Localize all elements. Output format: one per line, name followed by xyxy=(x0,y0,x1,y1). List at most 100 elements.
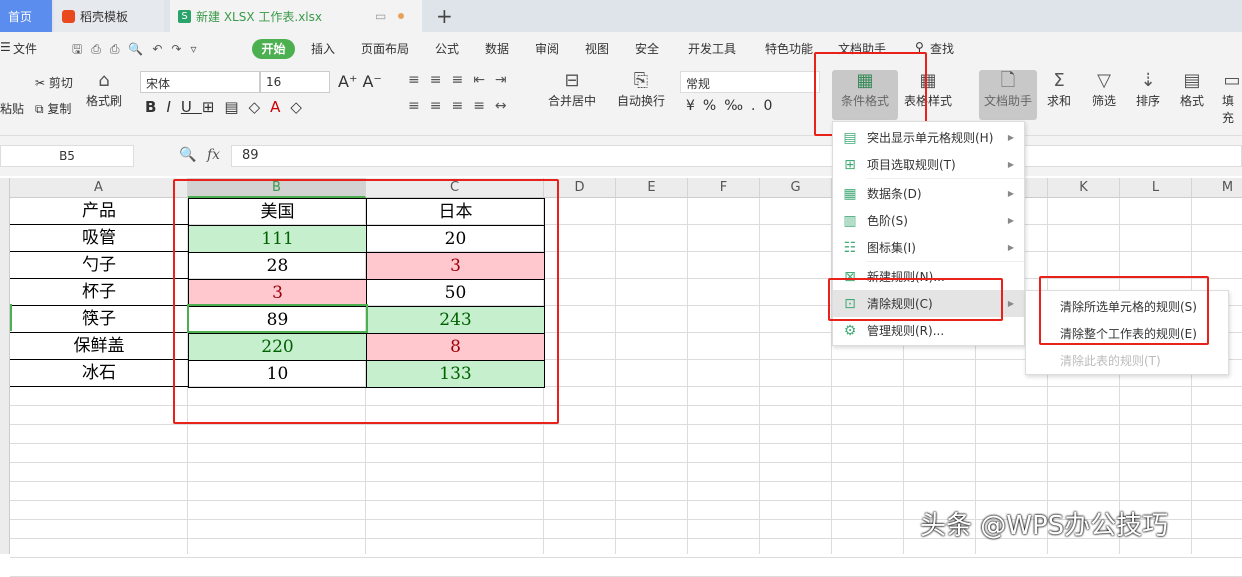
new-tab-button[interactable]: + xyxy=(428,0,453,32)
fx-label[interactable]: fx xyxy=(207,147,220,163)
column-header-M[interactable]: M xyxy=(1192,178,1242,198)
file-menu[interactable]: 文件 xyxy=(13,40,37,57)
cell-A3[interactable]: 勺子 xyxy=(10,252,188,279)
column-header-G[interactable]: G xyxy=(760,178,832,198)
cell-A4[interactable]: 杯子 xyxy=(10,279,188,306)
menu-page-layout[interactable]: 页面布局 xyxy=(361,40,409,57)
menu-review[interactable]: 审阅 xyxy=(535,40,559,57)
grid-line xyxy=(10,443,1242,444)
number-format-select[interactable]: 常规 xyxy=(680,71,820,93)
cond-menu-item-1[interactable]: ⊞ 项目选取规则(T) ▶ xyxy=(833,151,1024,178)
horizontal-align-buttons[interactable]: ≡≡≡≡↔ xyxy=(408,98,517,114)
rule-icon: ▤ xyxy=(843,129,857,146)
menu-developer[interactable]: 开发工具 xyxy=(688,40,736,57)
menu-divider xyxy=(867,261,1024,262)
quick-access-icons[interactable]: 🖫⎙⎙🔍↶↷▿ xyxy=(72,40,206,61)
cond-menu-item-4[interactable]: ☷ 图标集(I) ▶ xyxy=(833,234,1024,261)
copy-button[interactable]: ⧉ 复制 xyxy=(35,100,71,117)
menu-item-label: 管理规则(R)... xyxy=(867,324,945,338)
font-style-buttons[interactable]: BIU⊞▤◇A◇ xyxy=(145,98,312,116)
tab-bar: 首页 稻壳模板 S 新建 XLSX 工作表.xlsx ▭ + xyxy=(0,0,1242,32)
menu-divider xyxy=(867,178,1024,179)
sort-button[interactable]: ⇣ 排序 xyxy=(1136,70,1160,109)
menu-item-label: 色阶(S) xyxy=(867,214,908,228)
column-header-F[interactable]: F xyxy=(688,178,760,198)
tab-docer[interactable]: 稻壳模板 xyxy=(54,0,164,32)
cell-A1[interactable]: 产品 xyxy=(10,198,188,225)
submenu-arrow-icon: ▶ xyxy=(1007,216,1014,225)
cond-menu-item-0[interactable]: ▤ 突出显示单元格规则(H) ▶ xyxy=(833,124,1024,151)
font-size-value: 16 xyxy=(266,75,282,89)
cell-A7[interactable]: 冰石 xyxy=(10,360,188,387)
docer-icon xyxy=(62,9,75,23)
merge-center-button[interactable]: ⊟ 合并居中 xyxy=(548,70,596,109)
menu-item-label: 项目选取规则(T) xyxy=(867,158,956,172)
cond-menu-item-7[interactable]: ⚙ 管理规则(R)... xyxy=(833,317,1024,344)
zoom-icon[interactable]: 🔍 xyxy=(179,147,196,163)
paste-button[interactable]: 粘贴 xyxy=(0,100,24,117)
copy-label: 复制 xyxy=(47,102,72,116)
search-menu[interactable]: 查找 xyxy=(930,40,954,57)
font-size-select[interactable]: 16 xyxy=(260,71,330,93)
column-header-A[interactable]: A xyxy=(10,178,188,198)
format-painter-button[interactable]: ⌂ 格式刷 xyxy=(86,70,122,109)
submenu-arrow-icon: ▶ xyxy=(1007,243,1014,252)
rule-icon: ⊞ xyxy=(844,156,856,173)
cond-menu-item-2[interactable]: ▦ 数据条(D) ▶ xyxy=(833,180,1024,207)
sum-label: 求和 xyxy=(1047,94,1072,108)
filter-button[interactable]: ▽ 筛选 xyxy=(1092,70,1116,109)
sum-button[interactable]: Σ 求和 xyxy=(1047,70,1071,109)
menu-formula[interactable]: 公式 xyxy=(435,40,459,57)
formula-input[interactable]: 89 xyxy=(231,145,1242,167)
tab-workbook[interactable]: S 新建 XLSX 工作表.xlsx ▭ xyxy=(170,0,422,32)
doc-helper-button[interactable]: 🗋 文档助手 xyxy=(979,70,1037,120)
format-button[interactable]: ▤ 格式 xyxy=(1180,70,1204,109)
number-buttons[interactable]: ¥%‰.0 xyxy=(686,98,780,114)
submenu-arrow-icon: ▶ xyxy=(1007,133,1014,142)
menu-insert[interactable]: 插入 xyxy=(311,40,335,57)
fill-button[interactable]: ▭ 填充 xyxy=(1222,70,1242,126)
sigma-icon: Σ xyxy=(1053,70,1065,91)
cond-menu-item-3[interactable]: ▥ 色阶(S) ▶ xyxy=(833,207,1024,234)
name-box[interactable]: B5 xyxy=(0,145,134,167)
menu-item-label: 突出显示单元格规则(H) xyxy=(867,131,994,145)
clear-table-rules: 清除此表的规则(T) xyxy=(1060,354,1161,368)
menu-icon[interactable]: ☰ xyxy=(0,40,11,54)
active-row-indicator xyxy=(10,304,12,331)
formula-value: 89 xyxy=(242,148,259,163)
alignment-buttons[interactable]: ≡≡≡⇤⇥ xyxy=(408,72,517,88)
cell-A5[interactable]: 筷子 xyxy=(10,306,188,333)
column-header-L[interactable]: L xyxy=(1120,178,1192,198)
wrap-text-button[interactable]: ⎘ 自动换行 xyxy=(617,70,665,109)
filter-label: 筛选 xyxy=(1092,94,1117,108)
font-name-select[interactable]: 宋体 xyxy=(140,71,260,93)
menu-data[interactable]: 数据 xyxy=(485,40,509,57)
row-header-strip[interactable] xyxy=(0,178,10,554)
cut-button[interactable]: ✂ 剪切 xyxy=(35,74,73,91)
menu-features[interactable]: 特色功能 xyxy=(765,40,813,57)
brush-icon: ⌂ xyxy=(98,70,110,91)
column-header-E[interactable]: E xyxy=(616,178,688,198)
column-header-K[interactable]: K xyxy=(1048,178,1120,198)
grid-line xyxy=(10,481,1242,482)
submenu-arrow-icon: ▶ xyxy=(1007,160,1014,169)
sort-label: 排序 xyxy=(1136,94,1161,108)
sort-icon: ⇣ xyxy=(1140,70,1156,91)
rule-icon: ☷ xyxy=(843,239,857,256)
cell-A2[interactable]: 吸管 xyxy=(10,225,188,252)
monitor-icon[interactable]: ▭ xyxy=(375,9,386,23)
menu-view[interactable]: 视图 xyxy=(585,40,609,57)
tab-label: 新建 XLSX 工作表.xlsx xyxy=(196,9,322,24)
sheet-icon: S xyxy=(178,9,191,23)
unsaved-dot-icon xyxy=(398,13,404,19)
menu-start[interactable]: 开始 xyxy=(252,39,295,59)
wrap-icon: ⎘ xyxy=(633,70,649,91)
tab-home[interactable]: 首页 xyxy=(0,0,52,32)
merge-label: 合并居中 xyxy=(548,94,597,108)
filter-icon: ▽ xyxy=(1097,70,1111,91)
grid-line xyxy=(10,424,1242,425)
grid-line xyxy=(10,462,1242,463)
menu-security[interactable]: 安全 xyxy=(635,40,659,57)
font-size-buttons[interactable]: A⁺ A⁻ xyxy=(338,72,382,91)
cell-A6[interactable]: 保鲜盖 xyxy=(10,333,188,360)
